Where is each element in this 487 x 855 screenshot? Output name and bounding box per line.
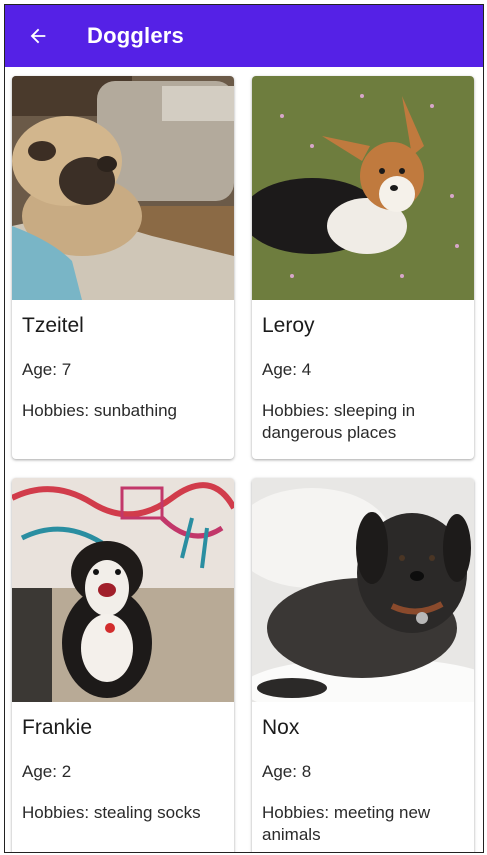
- dog-card[interactable]: Nox Age: 8 Hobbies: meeting new animals: [252, 478, 474, 852]
- dog-photo: [252, 478, 474, 702]
- dog-photo: [12, 478, 234, 702]
- dog-age: Age: 8: [262, 762, 312, 781]
- dog-age: Age: 7: [22, 360, 72, 379]
- dog-hobbies: Hobbies: sunbathing: [22, 401, 178, 420]
- dog-photo: [252, 76, 474, 300]
- app-title: Dogglers: [87, 23, 184, 48]
- dog-photo: [12, 76, 234, 300]
- dog-card[interactable]: Tzeitel Age: 7 Hobbies: sunbathing: [12, 76, 234, 459]
- arrow-back-icon: [30, 28, 46, 44]
- dog-name: Tzeitel: [22, 314, 84, 337]
- dog-grid: Tzeitel Age: 7 Hobbies: sunbathing Leroy…: [5, 67, 483, 852]
- dog-name: Frankie: [22, 716, 93, 739]
- dog-name: Leroy: [262, 314, 315, 337]
- top-app-bar: Dogglers: [5, 5, 483, 67]
- dog-hobbies: Hobbies: meeting new animals: [262, 803, 431, 844]
- dog-card[interactable]: Frankie Age: 2 Hobbies: stealing socks: [12, 478, 234, 852]
- dog-card[interactable]: Leroy Age: 4 Hobbies: sleeping in danger…: [252, 76, 474, 459]
- app-window: Dogglers Tzeitel Age: 7 Hobbies: sunbath…: [4, 4, 484, 853]
- back-button[interactable]: [23, 21, 53, 51]
- dog-age: Age: 2: [22, 762, 72, 781]
- dog-name: Nox: [262, 716, 300, 739]
- dog-age: Age: 4: [262, 360, 312, 379]
- dog-hobbies: Hobbies: sleeping in dangerous places: [262, 401, 416, 442]
- dog-hobbies: Hobbies: stealing socks: [22, 803, 201, 822]
